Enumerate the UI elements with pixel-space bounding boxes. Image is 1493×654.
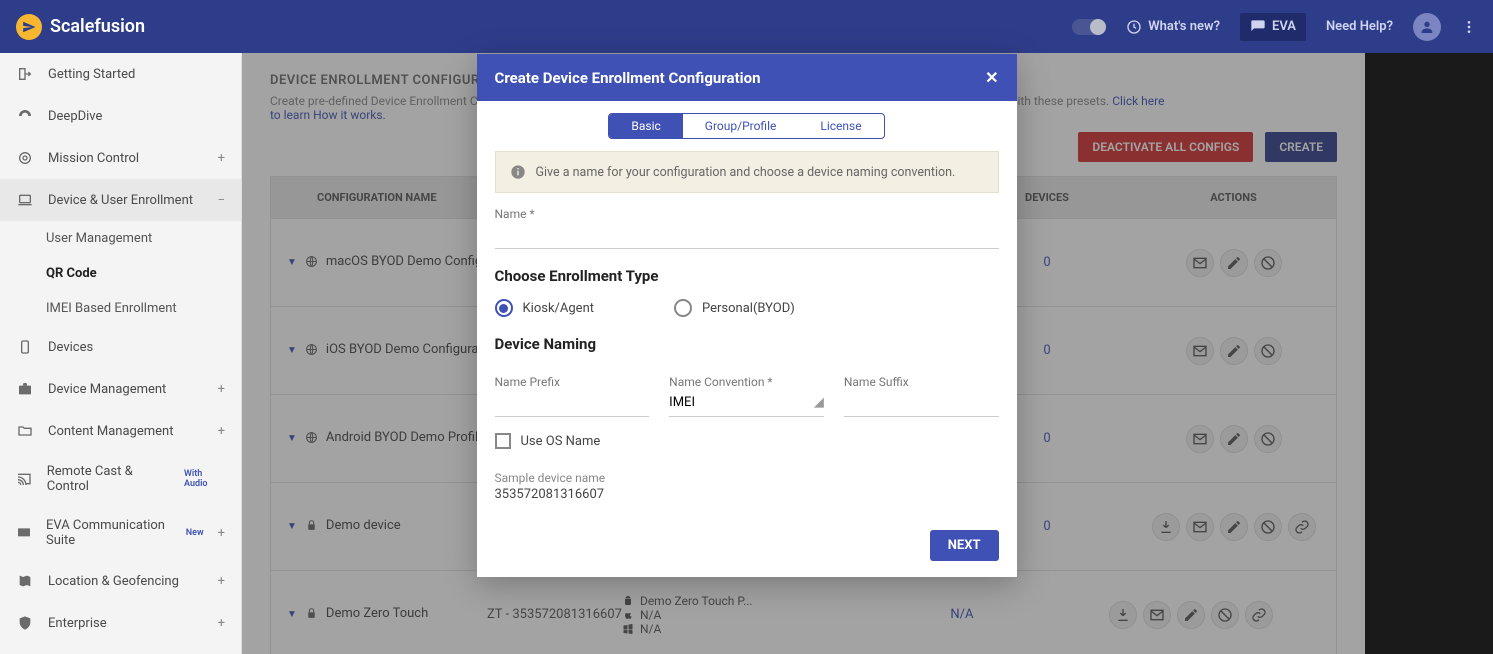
with-audio-badge: With Audio <box>184 469 225 489</box>
account-menu[interactable] <box>1413 13 1441 41</box>
folder-icon <box>16 422 34 440</box>
prefix-input[interactable] <box>495 389 650 417</box>
brand[interactable]: Scalefusion <box>16 14 145 40</box>
radio-on-icon <box>495 299 513 317</box>
plus-icon: + <box>218 382 225 397</box>
modal-tabs: Basic Group/Profile License <box>608 113 884 139</box>
use-os-name-checkbox[interactable]: Use OS Name <box>495 433 999 449</box>
gauge-icon <box>16 107 34 125</box>
message-icon <box>16 524 32 542</box>
target-icon <box>16 149 34 167</box>
nav-deepdive[interactable]: DeepDive <box>0 95 241 137</box>
kebab-menu-icon[interactable] <box>1461 19 1477 35</box>
suffix-input[interactable] <box>844 389 999 417</box>
nav-location[interactable]: Location & Geofencing + <box>0 560 241 602</box>
radio-byod[interactable]: Personal(BYOD) <box>674 299 795 317</box>
plus-icon: + <box>218 151 225 166</box>
nav-enterprise[interactable]: Enterprise + <box>0 602 241 644</box>
nav-mission-control[interactable]: Mission Control + <box>0 137 241 179</box>
whats-new-label: What's new? <box>1148 19 1220 34</box>
plus-icon: + <box>218 616 225 631</box>
convention-value: IMEI <box>669 395 695 410</box>
radio-label: Kiosk/Agent <box>523 301 595 316</box>
suffix-label: Name Suffix <box>844 375 999 389</box>
nav-label: Device & User Enrollment <box>48 193 193 208</box>
sample-label: Sample device name <box>495 471 999 485</box>
sample-value: 353572081316607 <box>495 487 999 502</box>
radio-kiosk[interactable]: Kiosk/Agent <box>495 299 595 317</box>
nav-label: EVA Communication Suite <box>46 518 170 548</box>
nav-imei-enrollment[interactable]: IMEI Based Enrollment <box>0 291 241 326</box>
top-bar: Scalefusion What's new? EVA Need Help? <box>0 0 1493 53</box>
plus-icon: + <box>218 424 225 439</box>
convention-label: Name Convention * <box>669 375 824 389</box>
nav-label: DeepDive <box>48 109 102 124</box>
nav-label: Location & Geofencing <box>48 574 179 589</box>
need-help-label: Need Help? <box>1326 19 1393 34</box>
nav-label: Mission Control <box>48 151 139 166</box>
nav-label: Getting Started <box>48 67 135 82</box>
tab-group-profile[interactable]: Group/Profile <box>683 114 799 138</box>
clock-icon <box>1126 19 1142 35</box>
checkbox-icon <box>495 433 511 449</box>
tab-license[interactable]: License <box>798 114 883 138</box>
prefix-label: Name Prefix <box>495 375 650 389</box>
eva-label: EVA <box>1272 19 1296 34</box>
right-black-strip <box>1365 53 1493 654</box>
map-icon <box>16 572 34 590</box>
nav-remote-cast[interactable]: Remote Cast & Control With Audio <box>0 452 241 506</box>
nav-eva-suite[interactable]: EVA Communication Suite New + <box>0 506 241 560</box>
nav-label: Content Management <box>48 424 173 439</box>
nav-devices[interactable]: Devices <box>0 326 241 368</box>
brand-logo-icon <box>16 14 42 40</box>
enrollment-type-title: Choose Enrollment Type <box>495 267 999 285</box>
info-banner: Give a name for your configuration and c… <box>495 151 999 193</box>
dropdown-icon: ◢ <box>814 395 824 410</box>
modal-title: Create Device Enrollment Configuration <box>495 69 761 87</box>
plus-icon: + <box>218 574 225 589</box>
convention-select[interactable]: IMEI ◢ <box>669 389 824 417</box>
nav-label: Devices <box>48 340 93 355</box>
device-naming-title: Device Naming <box>495 335 999 353</box>
new-badge: New <box>186 528 204 538</box>
radio-off-icon <box>674 299 692 317</box>
nav-label: Remote Cast & Control <box>47 464 169 494</box>
checkbox-label: Use OS Name <box>521 434 601 449</box>
sidebar: Getting Started DeepDive Mission Control… <box>0 53 242 654</box>
info-icon <box>510 164 526 180</box>
chat-icon <box>1250 19 1266 35</box>
nav-utilities[interactable]: Utilities New + <box>0 644 241 654</box>
nav-getting-started[interactable]: Getting Started <box>0 53 241 95</box>
theme-toggle[interactable] <box>1072 19 1106 35</box>
next-button[interactable]: NEXT <box>930 530 999 561</box>
create-config-modal: Create Device Enrollment Configuration ✕… <box>477 54 1017 577</box>
name-field-label: Name * <box>495 207 999 221</box>
nav-label: Enterprise <box>48 616 107 631</box>
need-help-link[interactable]: Need Help? <box>1326 19 1393 34</box>
whats-new-link[interactable]: What's new? <box>1126 19 1220 35</box>
exit-icon <box>16 65 34 83</box>
name-input[interactable] <box>495 221 999 249</box>
phone-icon <box>16 338 34 356</box>
tab-basic[interactable]: Basic <box>609 114 682 138</box>
nav-device-user-enrollment[interactable]: Device & User Enrollment − <box>0 179 241 221</box>
nav-user-management[interactable]: User Management <box>0 221 241 256</box>
close-icon[interactable]: ✕ <box>985 68 998 87</box>
nav-content-management[interactable]: Content Management + <box>0 410 241 452</box>
shield-icon <box>16 614 34 632</box>
modal-header: Create Device Enrollment Configuration ✕ <box>477 54 1017 101</box>
nav-label: Device Management <box>48 382 166 397</box>
banner-text: Give a name for your configuration and c… <box>536 165 956 180</box>
user-icon <box>1419 19 1435 35</box>
briefcase-icon <box>16 380 34 398</box>
laptop-icon <box>16 191 34 209</box>
radio-label: Personal(BYOD) <box>702 301 795 316</box>
brand-name: Scalefusion <box>50 16 145 37</box>
nav-qr-code[interactable]: QR Code <box>0 256 241 291</box>
minus-icon: − <box>218 193 225 208</box>
eva-button[interactable]: EVA <box>1240 13 1306 41</box>
cast-icon <box>16 470 33 488</box>
plus-icon: + <box>218 526 225 541</box>
nav-device-management[interactable]: Device Management + <box>0 368 241 410</box>
